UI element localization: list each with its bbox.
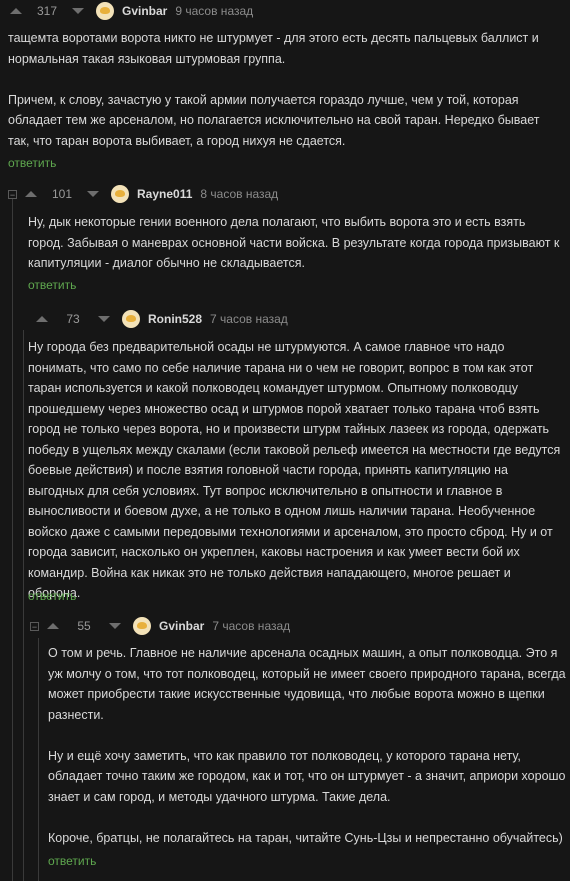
author-name[interactable]: Gvinbar <box>122 4 167 18</box>
downvote-icon[interactable] <box>109 623 121 629</box>
comment-header: 73 Ronin528 7 часов назад <box>36 308 288 330</box>
paragraph: О том и речь. Главное не наличие арсенал… <box>48 646 566 722</box>
downvote-icon[interactable] <box>72 8 84 14</box>
downvote-icon[interactable] <box>98 316 110 322</box>
vote-block: 55 <box>47 619 121 633</box>
upvote-icon[interactable] <box>36 316 48 322</box>
vote-block: 73 <box>36 312 110 326</box>
timestamp[interactable]: 9 часов назад <box>175 4 253 18</box>
rating: 55 <box>77 619 91 633</box>
rating: 73 <box>66 312 80 326</box>
avatar[interactable] <box>122 310 140 328</box>
comment-header: − 55 Gvinbar 7 часов назад <box>30 615 290 637</box>
timestamp[interactable]: 7 часов назад <box>212 619 290 633</box>
avatar[interactable] <box>96 2 114 20</box>
timestamp[interactable]: 7 часов назад <box>210 312 288 326</box>
downvote-icon[interactable] <box>87 191 99 197</box>
comment-body: О том и речь. Главное не наличие арсенал… <box>48 643 566 848</box>
collapse-icon[interactable]: − <box>30 621 39 631</box>
vote-block: 101 <box>25 187 99 201</box>
upvote-icon[interactable] <box>25 191 37 197</box>
timestamp[interactable]: 8 часов назад <box>200 187 278 201</box>
upvote-icon[interactable] <box>47 623 59 629</box>
reply-link[interactable]: ответить <box>28 278 76 292</box>
paragraph: Короче, братцы, не полагайтесь на таран,… <box>48 830 563 845</box>
reply-link[interactable]: ответить <box>8 156 56 170</box>
avatar[interactable] <box>133 617 151 635</box>
avatar[interactable] <box>111 185 129 203</box>
reply-link[interactable]: ответить <box>28 589 76 603</box>
reply-link[interactable]: ответить <box>48 854 96 868</box>
paragraph: Ну, дык некоторые гении военного дела по… <box>28 215 560 270</box>
paragraph: Причем, к слову, зачастую у такой армии … <box>8 92 540 148</box>
thread-line <box>38 638 39 881</box>
rating: 317 <box>36 4 58 18</box>
paragraph: Ну города без предварительной осады не ш… <box>28 340 561 600</box>
thread-line <box>12 198 13 881</box>
paragraph: Ну и ещё хочу заметить, что как правило … <box>48 748 566 804</box>
collapse-icon[interactable]: − <box>8 189 17 199</box>
upvote-icon[interactable] <box>10 8 22 14</box>
comment-body: Ну, дык некоторые гении военного дела по… <box>28 212 563 274</box>
comment-body: тащемта воротами ворота никто не штурмуе… <box>8 28 563 151</box>
author-name[interactable]: Gvinbar <box>159 619 204 633</box>
comment-body: Ну города без предварительной осады не ш… <box>28 337 565 604</box>
author-name[interactable]: Ronin528 <box>148 312 202 326</box>
thread-line <box>23 330 24 881</box>
vote-block: 317 <box>10 4 84 18</box>
paragraph: тащемта воротами ворота никто не штурмуе… <box>8 31 539 66</box>
comment-header: 317 Gvinbar 9 часов назад <box>10 0 253 22</box>
comment-header: − 101 Rayne011 8 часов назад <box>8 183 278 205</box>
author-name[interactable]: Rayne011 <box>137 187 192 201</box>
rating: 101 <box>51 187 73 201</box>
